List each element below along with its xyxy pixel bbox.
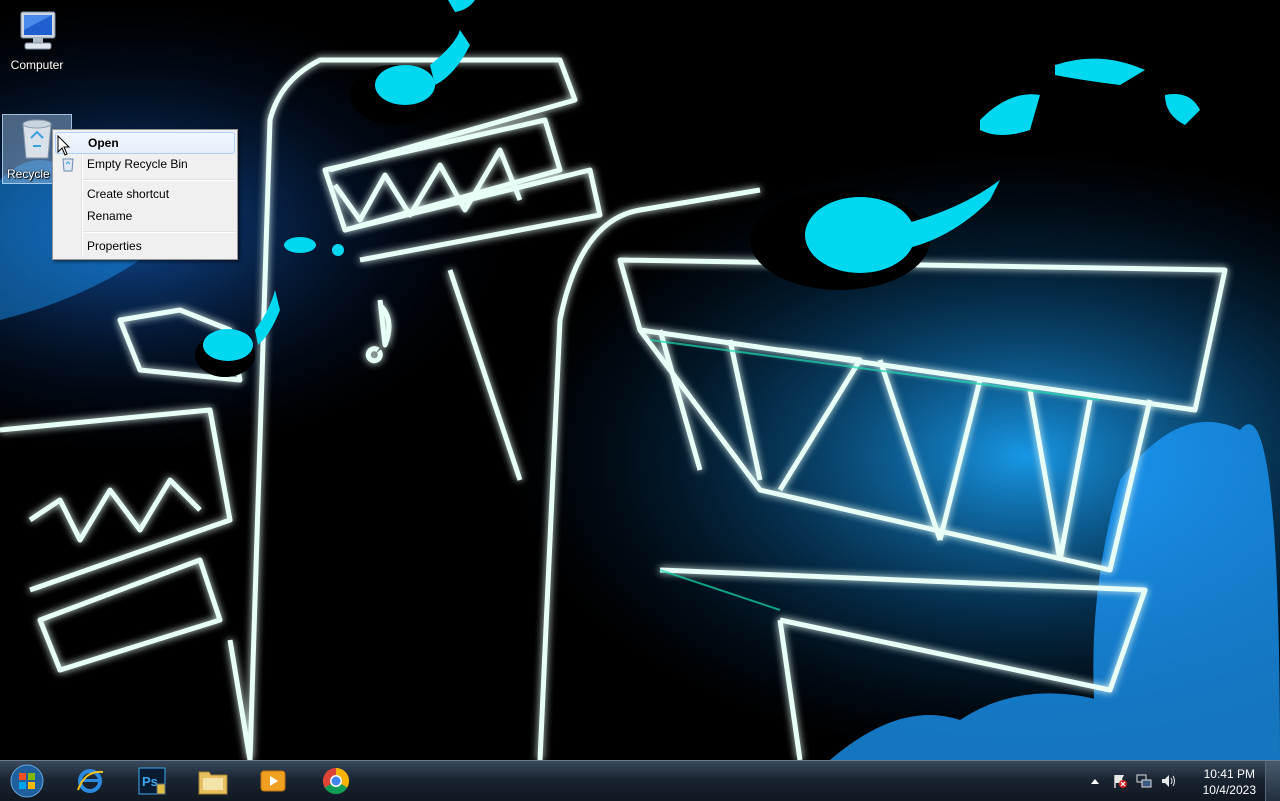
media-player-icon	[260, 770, 286, 792]
menu-item-label: Properties	[87, 239, 142, 253]
recycle-bin-icon	[22, 119, 52, 159]
svg-text:Ps: Ps	[142, 774, 158, 789]
volume-icon[interactable]	[1160, 773, 1178, 789]
desktop-icon-label: Computer	[10, 58, 64, 72]
photoshop-icon: Ps	[138, 767, 166, 795]
menu-item-label: Rename	[87, 209, 133, 223]
menu-separator	[83, 179, 235, 181]
clock-time: 10:41 PM	[1203, 767, 1255, 781]
show-hidden-icons-arrow-icon[interactable]	[1090, 777, 1100, 785]
menu-separator	[83, 231, 235, 233]
recycle-bin-small-icon	[62, 158, 74, 172]
taskbar: Ps 10:41 PM 10/4/2023	[0, 760, 1280, 801]
menu-item-properties[interactable]: Properties	[55, 235, 235, 257]
action-center-flag-icon[interactable]	[1112, 773, 1128, 789]
taskbar-chrome[interactable]	[308, 763, 364, 799]
context-menu: Open Empty Recycle Bin Create shortcut R…	[52, 129, 238, 260]
menu-item-open[interactable]: Open	[55, 132, 235, 154]
menu-item-label: Create shortcut	[87, 187, 170, 201]
taskbar-clock[interactable]: 10:41 PM 10/4/2023	[1203, 766, 1256, 798]
chrome-icon	[322, 767, 350, 795]
start-button[interactable]	[4, 763, 50, 799]
taskbar-photoshop[interactable]: Ps	[124, 763, 180, 799]
desktop-icon-computer[interactable]: Computer	[0, 8, 74, 72]
menu-item-empty-recycle-bin[interactable]: Empty Recycle Bin	[55, 153, 235, 175]
taskbar-internet-explorer[interactable]	[62, 763, 118, 799]
computer-icon	[20, 11, 56, 50]
mouse-cursor-icon	[57, 135, 71, 156]
taskbar-file-explorer[interactable]	[185, 763, 241, 799]
clock-date: 10/4/2023	[1202, 783, 1256, 797]
taskbar-media-player[interactable]	[245, 763, 301, 799]
show-desktop-button[interactable]	[1265, 761, 1280, 801]
menu-item-label: Open	[88, 136, 119, 150]
network-icon[interactable]	[1136, 773, 1152, 789]
system-tray: 10:41 PM 10/4/2023	[1090, 761, 1280, 801]
file-explorer-icon	[198, 771, 228, 795]
desktop[interactable]: Computer Recycle Bin Open Empty Recycle …	[0, 0, 1280, 760]
menu-item-label: Empty Recycle Bin	[87, 157, 188, 171]
wallpaper	[0, 0, 1280, 760]
internet-explorer-icon	[77, 769, 104, 793]
menu-item-create-shortcut[interactable]: Create shortcut	[55, 183, 235, 205]
menu-item-rename[interactable]: Rename	[55, 205, 235, 227]
start-orb-icon	[10, 764, 44, 798]
